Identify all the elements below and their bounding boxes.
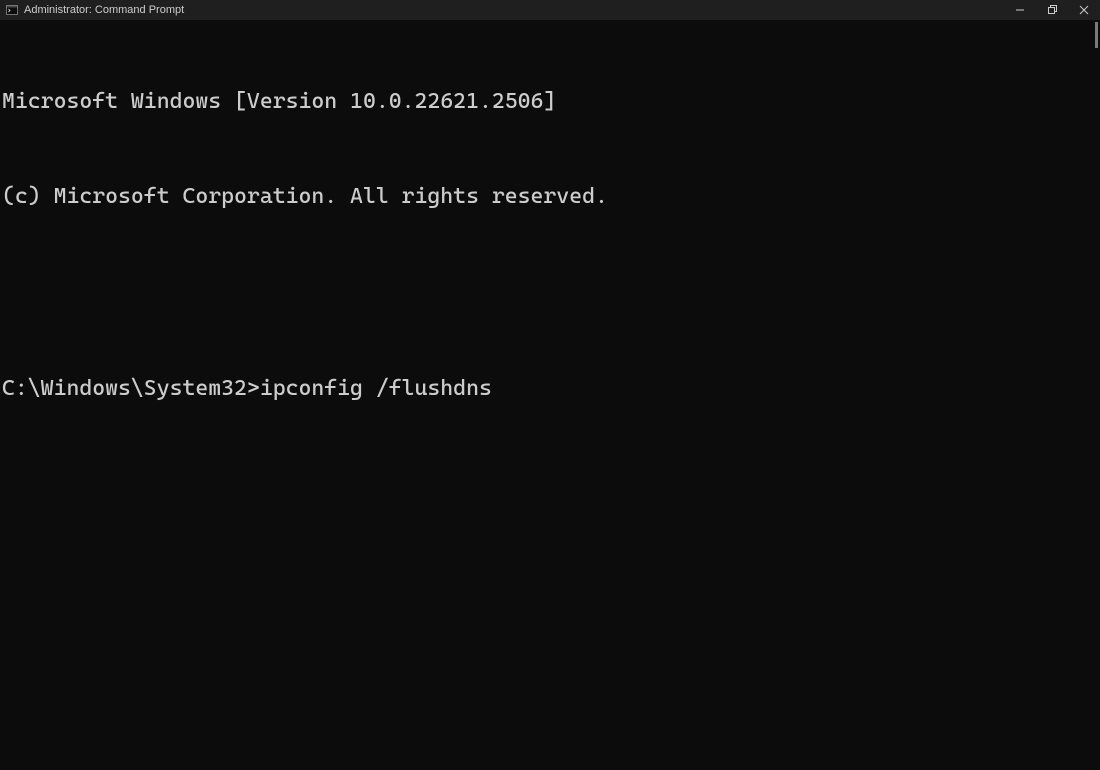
command-input[interactable]: ipconfig /flushdns [260, 376, 492, 401]
maximize-button[interactable] [1036, 0, 1068, 20]
close-icon [1079, 5, 1089, 15]
cmd-icon [6, 4, 18, 16]
prompt-line: C:\Windows\System32>ipconfig /flushdns [2, 373, 1098, 405]
blank-line [2, 277, 1098, 309]
banner-line-2: (c) Microsoft Corporation. All rights re… [2, 181, 1098, 213]
banner-line-1: Microsoft Windows [Version 10.0.22621.25… [2, 86, 1098, 118]
minimize-button[interactable] [1004, 0, 1036, 20]
close-button[interactable] [1068, 0, 1100, 20]
terminal-area[interactable]: Microsoft Windows [Version 10.0.22621.25… [0, 20, 1100, 770]
scrollbar-thumb[interactable] [1095, 22, 1098, 48]
maximize-icon [1047, 5, 1057, 15]
titlebar[interactable]: Administrator: Command Prompt [0, 0, 1100, 20]
window-title: Administrator: Command Prompt [24, 4, 184, 16]
window-controls [1004, 0, 1100, 20]
titlebar-left: Administrator: Command Prompt [4, 4, 184, 16]
prompt: C:\Windows\System32> [2, 376, 260, 401]
minimize-icon [1015, 5, 1025, 15]
